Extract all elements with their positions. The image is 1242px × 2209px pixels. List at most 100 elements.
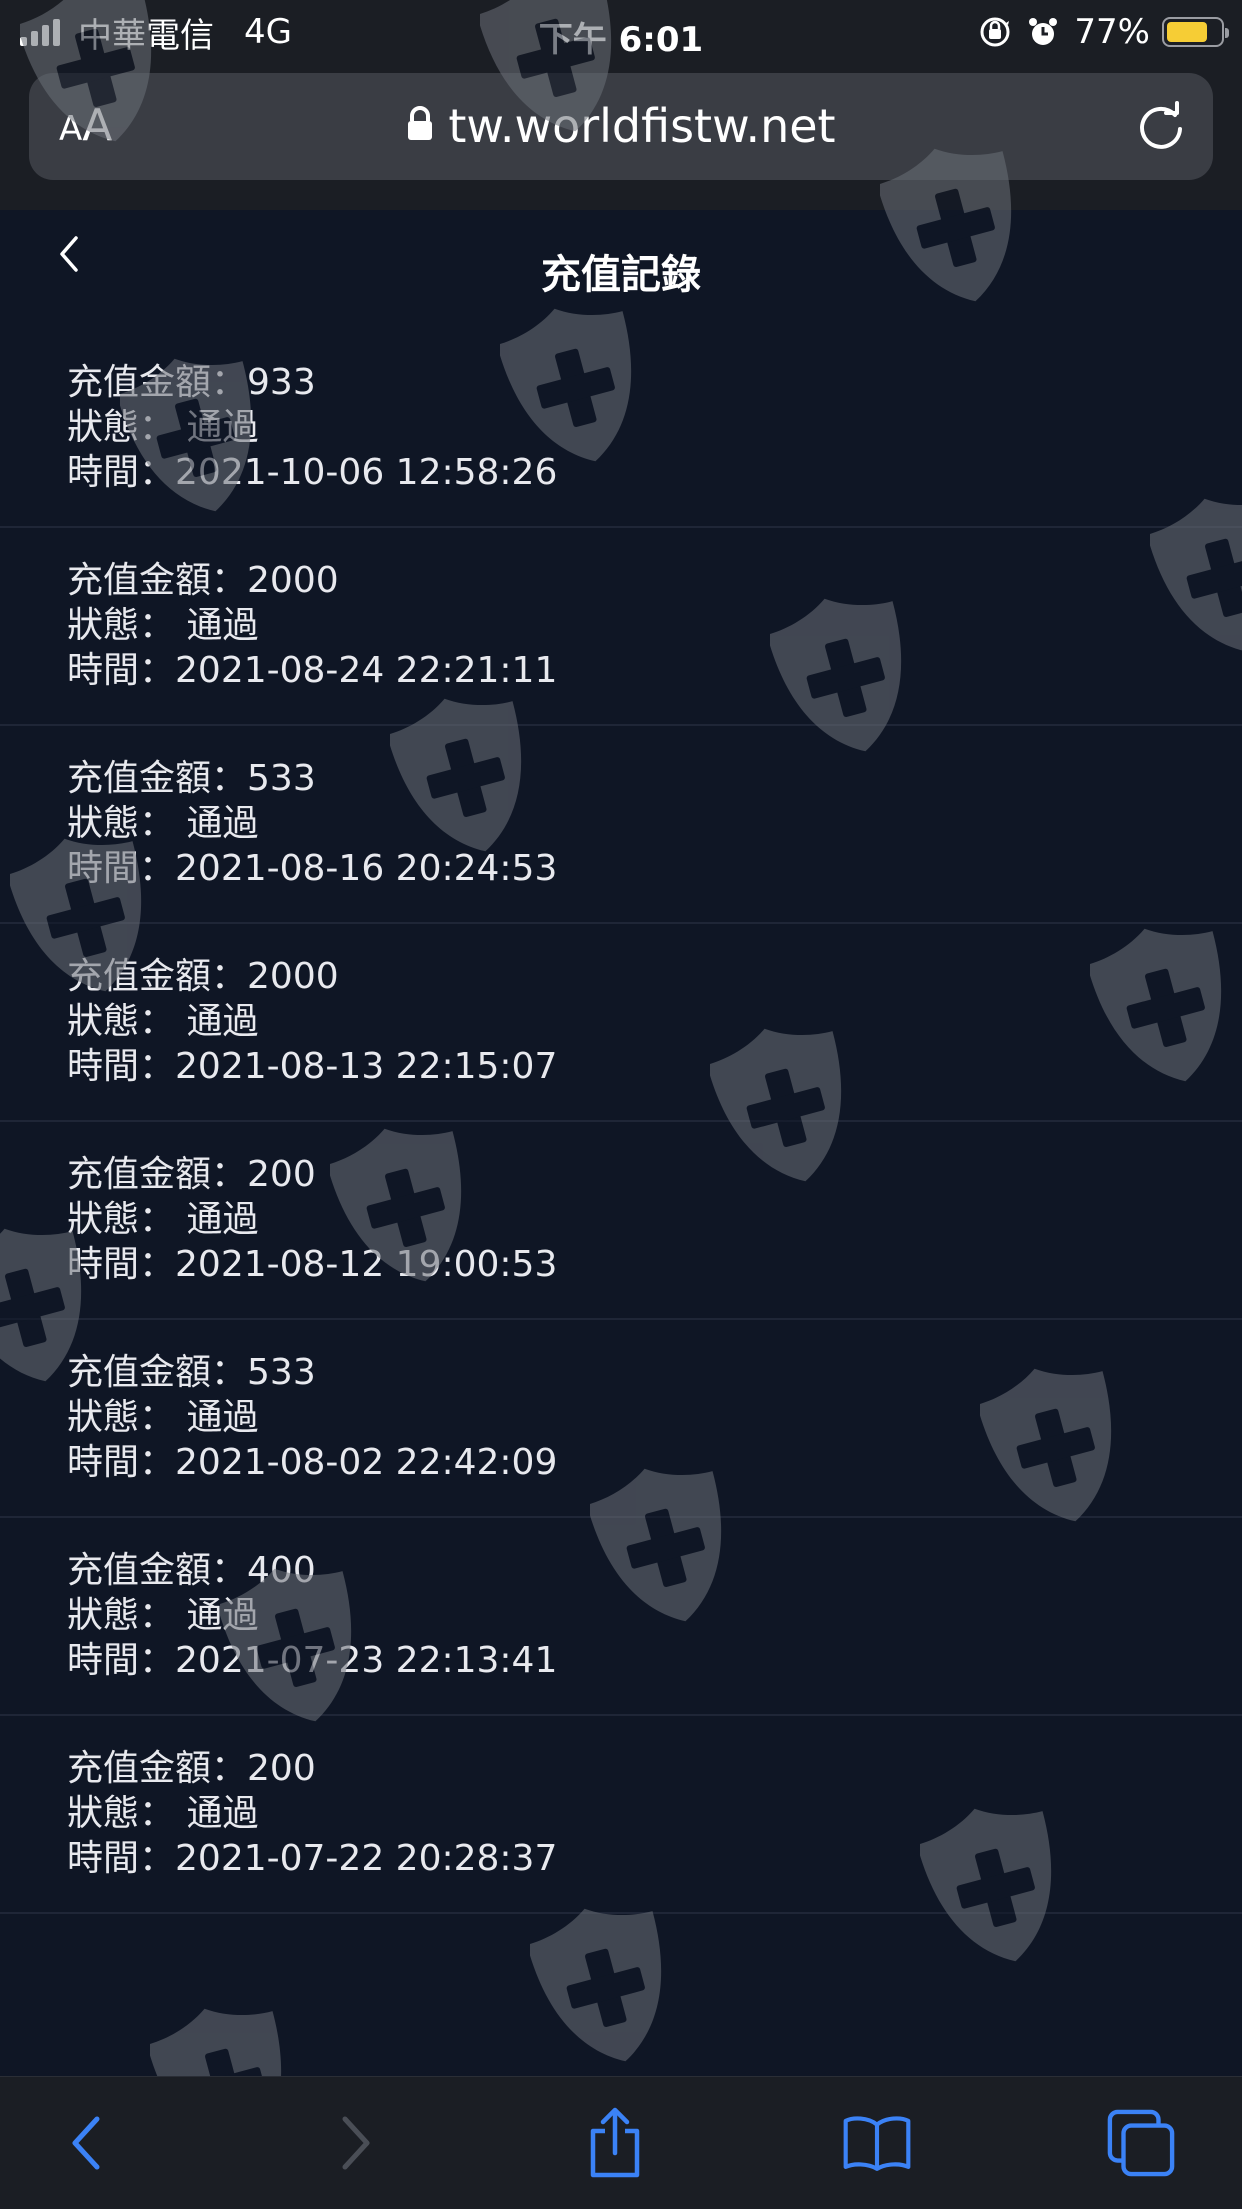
list-item: 充值金額：533 狀態： 通過 時間：2021-08-16 20:24:53: [0, 726, 1242, 924]
status-label: 狀態：: [67, 605, 187, 646]
amount-value: 2000: [247, 560, 339, 601]
status-label: 狀態：: [67, 1397, 187, 1438]
time-label: 時間：: [67, 1442, 176, 1483]
amount-value: 933: [247, 362, 316, 403]
time-value: 2021-08-24 22:21:11: [175, 650, 558, 691]
bookmarks-icon[interactable]: [842, 2107, 912, 2179]
status-value: 通過: [186, 605, 259, 646]
status-label: 狀態：: [67, 407, 187, 448]
share-icon[interactable]: [580, 2107, 650, 2179]
amount-line: 充值金額：533: [67, 1350, 1242, 1395]
amount-label: 充值金額：: [67, 758, 248, 799]
page-header: 充值記錄: [0, 210, 1242, 330]
reload-icon[interactable]: [1135, 101, 1187, 157]
time-line: 時間：2021-07-22 20:28:37: [67, 1836, 1242, 1881]
amount-line: 充值金額：933: [67, 360, 1242, 405]
time-value: 2021-07-23 22:13:41: [175, 1640, 558, 1681]
time-label: 時間：: [67, 1640, 176, 1681]
time-line: 時間：2021-10-06 12:58:26: [67, 450, 1242, 495]
time-value: 2021-08-12 19:00:53: [175, 1244, 558, 1285]
status-label: 狀態：: [67, 803, 187, 844]
status-right: 77%: [978, 12, 1229, 52]
list-item: 充值金額：933 狀態： 通過 時間：2021-10-06 12:58:26: [0, 330, 1242, 528]
time-label: 時間：: [67, 1244, 176, 1285]
status-bar: 中華電信 4G 下午 6:01 77%: [0, 0, 1242, 66]
list-item: 充值金額：200 狀態： 通過 時間：2021-07-22 20:28:37: [0, 1716, 1242, 1914]
status-label: 狀態：: [67, 1199, 187, 1240]
page-title: 充值記錄: [541, 252, 701, 298]
time-label: 時間：: [67, 452, 176, 493]
url-display[interactable]: tw.worldfistw.net: [29, 99, 1213, 153]
amount-line: 充值金額：400: [67, 1548, 1242, 1593]
time-value: 2021-08-02 22:42:09: [175, 1442, 558, 1483]
amount-value: 400: [247, 1550, 316, 1591]
amount-value: 533: [247, 758, 316, 799]
status-line: 狀態： 通過: [67, 603, 1242, 648]
list-item: 充值金額：2000 狀態： 通過 時間：2021-08-13 22:15:07: [0, 924, 1242, 1122]
battery-tip: [1225, 28, 1229, 38]
time-line: 時間：2021-08-24 22:21:11: [67, 648, 1242, 693]
url-text: tw.worldfistw.net: [448, 99, 836, 153]
amount-line: 充值金額：2000: [67, 954, 1242, 999]
bottom-toolbar: [0, 2076, 1242, 2209]
forward-icon[interactable]: [320, 2107, 390, 2179]
time-label: 時間：: [67, 1838, 176, 1879]
status-line: 狀態： 通過: [67, 1791, 1242, 1836]
status-value: 通過: [186, 1595, 259, 1636]
url-bar[interactable]: AA tw.worldfistw.net: [29, 73, 1213, 180]
time-line: 時間：2021-08-16 20:24:53: [67, 846, 1242, 891]
time-value: 2021-10-06 12:58:26: [175, 452, 558, 493]
status-label: 狀態：: [67, 1001, 187, 1042]
battery-level: [1167, 22, 1207, 42]
amount-label: 充值金額：: [67, 362, 248, 403]
status-label: 狀態：: [67, 1793, 187, 1834]
tabs-icon[interactable]: [1106, 2107, 1176, 2179]
browser-top-bar: AA tw.worldfistw.net: [0, 66, 1242, 210]
status-line: 狀態： 通過: [67, 801, 1242, 846]
time-value: 2021-07-22 20:28:37: [175, 1838, 558, 1879]
time-line: 時間：2021-08-02 22:42:09: [67, 1440, 1242, 1485]
list-item: 充值金額：400 狀態： 通過 時間：2021-07-23 22:13:41: [0, 1518, 1242, 1716]
status-line: 狀態： 通過: [67, 999, 1242, 1044]
time-line: 時間：2021-07-23 22:13:41: [67, 1638, 1242, 1683]
status-label: 狀態：: [67, 1595, 187, 1636]
status-line: 狀態： 通過: [67, 405, 1242, 450]
battery-percent: 77%: [1074, 12, 1150, 52]
status-line: 狀態： 通過: [67, 1395, 1242, 1440]
amount-label: 充值金額：: [67, 1352, 248, 1393]
battery-icon: [1162, 17, 1229, 47]
amount-label: 充值金額：: [67, 1748, 248, 1789]
status-value: 通過: [186, 1793, 259, 1834]
status-value: 通過: [186, 1397, 259, 1438]
amount-label: 充值金額：: [67, 1550, 248, 1591]
list-item: 充值金額：2000 狀態： 通過 時間：2021-08-24 22:21:11: [0, 528, 1242, 726]
time-line: 時間：2021-08-13 22:15:07: [67, 1044, 1242, 1089]
amount-line: 充值金額：200: [67, 1152, 1242, 1197]
time-line: 時間：2021-08-12 19:00:53: [67, 1242, 1242, 1287]
time-value: 2021-08-13 22:15:07: [175, 1046, 558, 1087]
status-line: 狀態： 通過: [67, 1197, 1242, 1242]
shield-cross-icon: [526, 1900, 680, 2070]
time-value: 2021-08-16 20:24:53: [175, 848, 558, 889]
lock-icon: [406, 99, 434, 153]
amount-line: 充值金額：533: [67, 756, 1242, 801]
status-value: 通過: [186, 803, 259, 844]
status-value: 通過: [186, 407, 259, 448]
list-item: 充值金額：533 狀態： 通過 時間：2021-08-02 22:42:09: [0, 1320, 1242, 1518]
amount-value: 200: [247, 1154, 316, 1195]
amount-label: 充值金額：: [67, 956, 248, 997]
amount-label: 充值金額：: [67, 560, 248, 601]
records-list: 充值金額：933 狀態： 通過 時間：2021-10-06 12:58:26 充…: [0, 330, 1242, 1914]
orientation-lock-icon: [978, 15, 1012, 49]
status-line: 狀態： 通過: [67, 1593, 1242, 1638]
status-value: 通過: [186, 1001, 259, 1042]
time-label: 時間：: [67, 1046, 176, 1087]
list-item: 充值金額：200 狀態： 通過 時間：2021-08-12 19:00:53: [0, 1122, 1242, 1320]
back-icon[interactable]: [52, 2107, 122, 2179]
amount-value: 200: [247, 1748, 316, 1789]
time-label: 時間：: [67, 650, 176, 691]
time-label: 時間：: [67, 848, 176, 889]
status-value: 通過: [186, 1199, 259, 1240]
alarm-icon: [1026, 15, 1060, 49]
amount-value: 533: [247, 1352, 316, 1393]
